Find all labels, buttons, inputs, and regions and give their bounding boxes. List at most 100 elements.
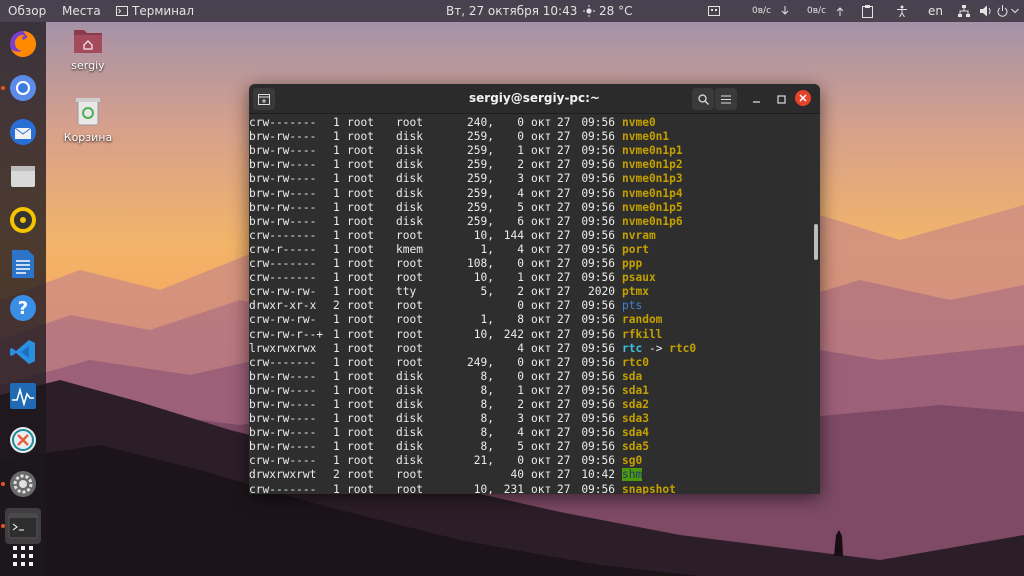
scrollbar-thumb[interactable] <box>814 224 818 260</box>
system-monitor-icon <box>10 383 36 409</box>
line-major: 8, <box>480 383 494 397</box>
dock-writer[interactable] <box>5 246 41 282</box>
maximize-button[interactable] <box>770 88 792 110</box>
search-button[interactable] <box>692 88 714 110</box>
dock-help[interactable]: ? <box>5 290 41 326</box>
line-perm: brw-rw---- <box>249 412 317 426</box>
line-perm: crw------- <box>249 355 317 369</box>
line-links: 1 <box>333 412 340 426</box>
line-minor: 5 <box>517 440 524 454</box>
line-links: 1 <box>333 440 340 454</box>
dock-thunderbird[interactable] <box>5 114 41 150</box>
terminal-titlebar[interactable]: sergiy@sergiy-pc:~ <box>249 84 820 114</box>
line-day: 27 <box>557 144 571 158</box>
line-major: 259, <box>467 186 494 200</box>
search-icon <box>697 93 709 105</box>
line-filename: sda3 <box>622 412 649 426</box>
line-group: root <box>396 327 423 341</box>
line-minor: 4 <box>517 242 524 256</box>
file-name: nvme0n1p3 <box>622 172 683 186</box>
line-mon: окт <box>531 369 552 383</box>
line-time: 09:56 <box>581 257 615 271</box>
dock-chromium[interactable] <box>5 70 41 106</box>
line-perm: crw-rw-r--+ <box>249 327 324 341</box>
line-group: root <box>396 313 423 327</box>
chromium-icon <box>10 75 36 101</box>
chevron-down-icon[interactable] <box>1011 0 1019 22</box>
line-owner: root <box>347 257 374 271</box>
dock-show-apps[interactable] <box>5 538 41 574</box>
line-mon: окт <box>531 186 552 200</box>
line-owner: root <box>347 369 374 383</box>
line-minor: 0 <box>517 355 524 369</box>
clock[interactable]: Вт, 27 октября 10:43 <box>446 0 577 22</box>
terminal-small-icon <box>116 6 128 16</box>
minimize-button[interactable] <box>745 88 767 110</box>
line-perm: brw-rw---- <box>249 130 317 144</box>
dock-vscode[interactable] <box>5 334 41 370</box>
places-menu[interactable]: Места <box>62 0 101 22</box>
file-name: nvme0n1p6 <box>622 214 683 228</box>
line-links: 1 <box>333 454 340 468</box>
line-day: 27 <box>557 426 571 440</box>
desktop-trash[interactable]: Корзина <box>60 96 116 144</box>
weather-indicator[interactable]: 28 °C <box>583 0 632 22</box>
app-menu[interactable]: Терминал <box>116 0 194 22</box>
accessibility-icon[interactable] <box>896 0 908 22</box>
line-mon: окт <box>531 299 552 313</box>
line-links: 1 <box>333 228 340 242</box>
line-major: 5, <box>480 285 494 299</box>
power-icon[interactable] <box>997 0 1008 22</box>
dock-firefox[interactable] <box>5 26 41 62</box>
line-owner: root <box>347 158 374 172</box>
terminal-window[interactable]: sergiy@sergiy-pc:~ crw-------1rootrootnv… <box>249 84 820 494</box>
dock-settings[interactable] <box>5 466 41 502</box>
close-button[interactable] <box>795 90 811 106</box>
line-group: root <box>396 341 423 355</box>
line-minor: 40 <box>510 468 524 482</box>
line-group: disk <box>396 200 423 214</box>
line-major: 240, <box>467 116 494 130</box>
line-time: 09:56 <box>581 482 615 494</box>
line-day: 27 <box>557 158 571 172</box>
line-group: disk <box>396 186 423 200</box>
line-links: 1 <box>333 144 340 158</box>
file-name: rfkill <box>622 327 663 341</box>
activities-button[interactable]: Обзор <box>8 0 46 22</box>
dock-system-monitor[interactable] <box>5 378 41 414</box>
line-owner: root <box>347 482 374 494</box>
network-icon[interactable] <box>958 0 970 22</box>
line-group: disk <box>396 144 423 158</box>
line-links: 1 <box>333 327 340 341</box>
line-links: 1 <box>333 158 340 172</box>
clipboard-icon[interactable] <box>862 0 873 22</box>
file-name: snapshot <box>622 482 676 494</box>
line-mon: окт <box>531 228 552 242</box>
volume-icon[interactable] <box>980 0 993 22</box>
line-minor: 3 <box>517 172 524 186</box>
line-links: 1 <box>333 116 340 130</box>
line-group: disk <box>396 130 423 144</box>
line-major: 10, <box>473 482 494 494</box>
line-time: 09:56 <box>581 412 615 426</box>
grid-applet-icon[interactable] <box>708 0 720 22</box>
line-day: 27 <box>557 172 571 186</box>
line-day: 27 <box>557 285 571 299</box>
dock-xmind[interactable] <box>5 422 41 458</box>
line-major: 259, <box>467 158 494 172</box>
line-filename: sda5 <box>622 440 649 454</box>
line-perm: crw-rw-rw- <box>249 285 317 299</box>
line-minor: 0 <box>517 369 524 383</box>
dock-rhythmbox[interactable] <box>5 202 41 238</box>
line-perm: drwxrwxrwt <box>249 468 317 482</box>
hamburger-menu-button[interactable] <box>715 88 737 110</box>
dock-files[interactable] <box>5 158 41 194</box>
line-owner: root <box>347 397 374 411</box>
desktop-home-folder[interactable]: sergiy <box>62 26 114 72</box>
keyboard-layout[interactable]: en <box>928 0 943 22</box>
line-minor: 0 <box>517 130 524 144</box>
terminal-output[interactable]: crw-------1rootrootnvme-fabricscrw------… <box>249 114 813 494</box>
thunderbird-icon <box>10 119 36 145</box>
terminal-scrollbar[interactable] <box>813 114 819 494</box>
line-mon: окт <box>531 172 552 186</box>
